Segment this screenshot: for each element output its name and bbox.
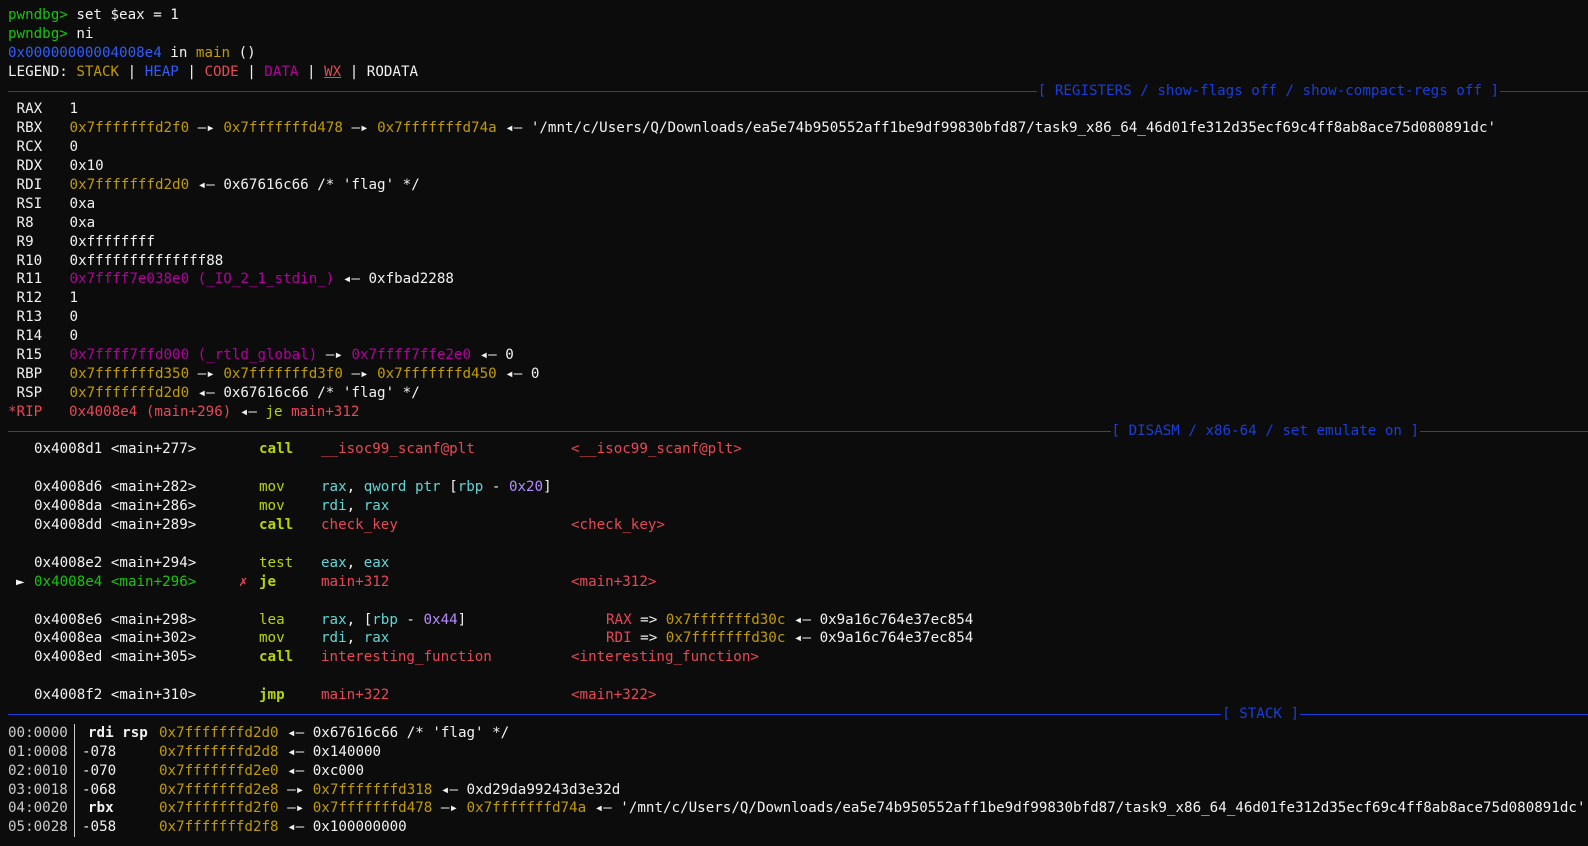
register-r14: R14 0: [16, 328, 79, 345]
divider: [1420, 430, 1588, 432]
disasm-line: 0x4008ed <main+305> call interesting_funct…: [34, 649, 759, 666]
register-rip: *RIP 0x4008e4 (main+296) ◂— je main+312: [8, 403, 360, 420]
register-rdi: RDI 0x7fffffffd2d0 ◂— 0x67616c66 /* 'flag…: [16, 177, 420, 194]
register-r15: R15 0x7ffff7ffd000 (_rtld_global) —▸ 0x7f…: [16, 347, 514, 364]
disasm-banner-title: [ DISASM / x86-64 / set emulate on ]: [1111, 422, 1420, 439]
stack-entry: 05:0028 -058 0x7fffffffd2f8 ◂— 0x100000000: [8, 818, 407, 838]
divider: [1500, 90, 1588, 92]
register-r12: R12 1: [16, 290, 79, 307]
legend-heap: HEAP: [144, 63, 179, 80]
command-line: pwndbg> set $eax = 1: [8, 6, 1588, 25]
location-address: 0x00000000004008e4: [8, 44, 162, 61]
disasm-line: 0x4008f2 <main+310> jmp main+322 <main+322>: [34, 687, 657, 704]
stack-banner-title: [ STACK ]: [1222, 705, 1299, 722]
register-rdx: RDX 0x10: [16, 158, 104, 175]
register-r10: R10 0xffffffffffffff88: [16, 252, 224, 269]
location-function: main: [195, 44, 231, 61]
disasm-banner: [ DISASM / x86-64 / set emulate on ]: [8, 422, 1588, 441]
disasm-line: 0x4008da <main+286> mov rdi, rax: [34, 498, 390, 515]
disasm-line: 0x4008e6 <main+298> lea rax, [rbp - 0x44] R…: [34, 611, 974, 628]
register-rax: RAX 1: [16, 101, 79, 118]
current-instruction-marker: ►: [16, 573, 25, 590]
prompt: pwndbg>: [8, 7, 68, 23]
terminal-window[interactable]: pwndbg> set $eax = 1 pwndbg> ni 0x000000…: [0, 0, 1588, 846]
stack-banner: [ STACK ]: [8, 705, 1588, 724]
disasm-line: 0x4008dd <main+289> call check_key <check_k…: [34, 517, 665, 534]
divider: [8, 713, 1222, 715]
divider: [1300, 713, 1588, 715]
command-text: set $eax = 1: [67, 7, 179, 23]
stack-entry: 00:0000 rdi rsp 0x7fffffffd2d0 ◂— 0x67616c…: [8, 723, 510, 743]
register-r13: R13 0: [16, 309, 79, 326]
stack-entry: 03:0018 -068 0x7fffffffd2e8 —▸ 0x7fffffffd…: [8, 780, 621, 800]
stack-entry: 04:0020 rbx 0x7fffffffd2f0 —▸ 0x7fffffffd4…: [8, 799, 1586, 819]
divider: [8, 90, 1037, 92]
register-r11: R11 0x7ffff7e038e0 (_IO_2_1_stdin_) ◂— 0x…: [16, 271, 454, 288]
legend-rodata: RODATA: [366, 63, 419, 80]
registers-banner: [ REGISTERS / show-flags off / show-comp…: [8, 82, 1588, 101]
command-line: pwndbg> ni: [8, 25, 1588, 44]
prompt: pwndbg>: [8, 25, 68, 42]
disasm-line: 0x4008e2 <main+294> test eax, eax: [34, 554, 390, 571]
disasm-line: 0x4008d1 <main+277> call __isoc99_scanf@pl…: [34, 441, 742, 458]
register-rcx: RCX 0: [16, 139, 79, 156]
legend-stack: STACK: [76, 63, 120, 80]
register-rsp: RSP 0x7fffffffd2d0 ◂— 0x67616c66 /* 'flag…: [16, 384, 420, 401]
register-r9: R9 0xffffffff: [16, 233, 155, 250]
command-text: ni: [67, 25, 94, 42]
disasm-line: 0x4008ea <main+302> mov rdi, rax RDI => 0x7…: [34, 630, 974, 647]
register-rbx: RBX 0x7fffffffd2f0 —▸ 0x7fffffffd478 —▸ 0…: [16, 120, 1497, 137]
registers-banner-title: [ REGISTERS / show-flags off / show-comp…: [1037, 82, 1499, 99]
stack-entry: 01:0008 -078 0x7fffffffd2d8 ◂— 0x140000: [8, 742, 382, 762]
register-r8: R8 0xa: [16, 214, 96, 231]
legend: LEGEND: STACK | HEAP | CODE | DATA | WX …: [8, 63, 419, 80]
legend-code: CODE: [204, 63, 239, 80]
branch-not-taken-icon: ✗: [239, 573, 248, 590]
location-line: 0x00000000004008e4 in main (): [8, 44, 256, 61]
register-rsi: RSI 0xa: [16, 195, 96, 212]
disasm-line: 0x4008d6 <main+282> mov rax, qword ptr [rb…: [34, 479, 552, 496]
disasm-line-current: ► 0x4008e4 <main+296> ✗ je main+312 <main+312…: [8, 573, 1588, 592]
legend-wx: WX: [324, 63, 342, 80]
divider: [8, 430, 1111, 432]
register-rbp: RBP 0x7fffffffd350 —▸ 0x7fffffffd3f0 —▸ 0…: [16, 365, 540, 382]
stack-entry: 02:0010 -070 0x7fffffffd2e0 ◂— 0xc000: [8, 761, 365, 781]
legend-data: DATA: [264, 63, 299, 80]
